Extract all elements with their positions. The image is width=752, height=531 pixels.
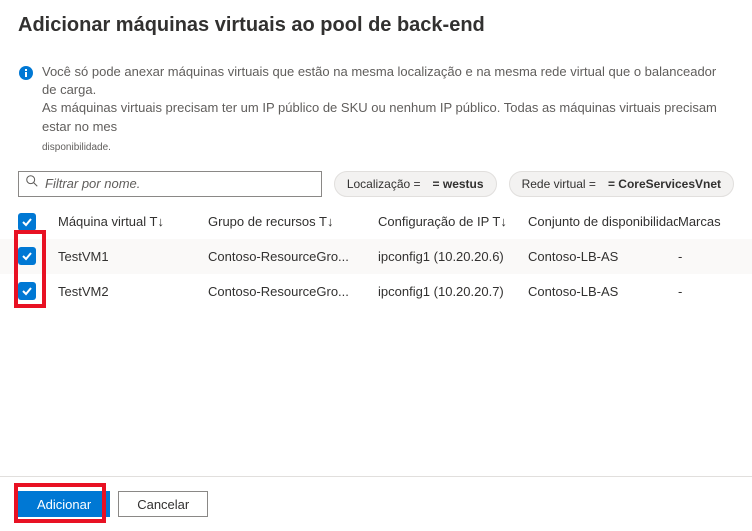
info-text: Você só pode anexar máquinas virtuais qu… xyxy=(42,63,734,136)
info-sub: disponibilidade. xyxy=(0,142,752,153)
location-filter-label: Localização = xyxy=(347,177,421,191)
cell-rg: Contoso-ResourceGro... xyxy=(208,249,378,264)
location-filter-value: = westus xyxy=(433,177,484,191)
footer: Adicionar Cancelar xyxy=(0,476,752,531)
cell-tags: - xyxy=(678,284,738,299)
search-icon xyxy=(25,174,39,193)
cell-vm: TestVM2 xyxy=(58,284,208,299)
col-tags[interactable]: Marcas xyxy=(678,214,738,229)
cell-tags: - xyxy=(678,249,738,264)
cancel-button[interactable]: Cancelar xyxy=(118,491,208,517)
cell-avset: Contoso-LB-AS xyxy=(528,284,678,299)
info-line2: As máquinas virtuais precisam ter um IP … xyxy=(42,100,717,133)
info-banner: Você só pode anexar máquinas virtuais qu… xyxy=(0,45,752,140)
row-checkbox[interactable] xyxy=(18,282,36,300)
vnet-filter-pill[interactable]: Rede virtual = = CoreServicesVnet xyxy=(509,171,734,197)
page-title: Adicionar máquinas virtuais ao pool de b… xyxy=(0,0,752,45)
filter-input-wrap[interactable] xyxy=(18,171,322,197)
col-ip[interactable]: Configuração de IP T↓ xyxy=(378,214,528,229)
filter-row: Localização = = westus Rede virtual = = … xyxy=(0,153,752,205)
vnet-filter-label: Rede virtual = xyxy=(522,177,596,191)
col-vm[interactable]: Máquina virtual T↓ xyxy=(58,214,208,229)
filter-input[interactable] xyxy=(45,176,315,191)
cell-ip: ipconfig1 (10.20.20.6) xyxy=(378,249,528,264)
col-rg[interactable]: Grupo de recursos T↓ xyxy=(208,214,378,229)
location-filter-pill[interactable]: Localização = = westus xyxy=(334,171,497,197)
col-avset[interactable]: Conjunto de disponibilidadeT↓ xyxy=(528,214,678,229)
cell-rg: Contoso-ResourceGro... xyxy=(208,284,378,299)
table-row[interactable]: TestVM1 Contoso-ResourceGro... ipconfig1… xyxy=(0,239,752,274)
cell-vm: TestVM1 xyxy=(58,249,208,264)
info-line1: Você só pode anexar máquinas virtuais qu… xyxy=(42,64,716,97)
cell-avset: Contoso-LB-AS xyxy=(528,249,678,264)
select-all-checkbox[interactable] xyxy=(18,213,36,231)
cell-ip: ipconfig1 (10.20.20.7) xyxy=(378,284,528,299)
table-row[interactable]: TestVM2 Contoso-ResourceGro... ipconfig1… xyxy=(0,274,752,309)
vnet-filter-value: = CoreServicesVnet xyxy=(608,177,721,191)
table-header: Máquina virtual T↓ Grupo de recursos T↓ … xyxy=(0,205,752,239)
vm-table: Máquina virtual T↓ Grupo de recursos T↓ … xyxy=(0,205,752,309)
row-checkbox[interactable] xyxy=(18,247,36,265)
info-icon xyxy=(18,65,34,81)
add-button[interactable]: Adicionar xyxy=(18,491,110,517)
